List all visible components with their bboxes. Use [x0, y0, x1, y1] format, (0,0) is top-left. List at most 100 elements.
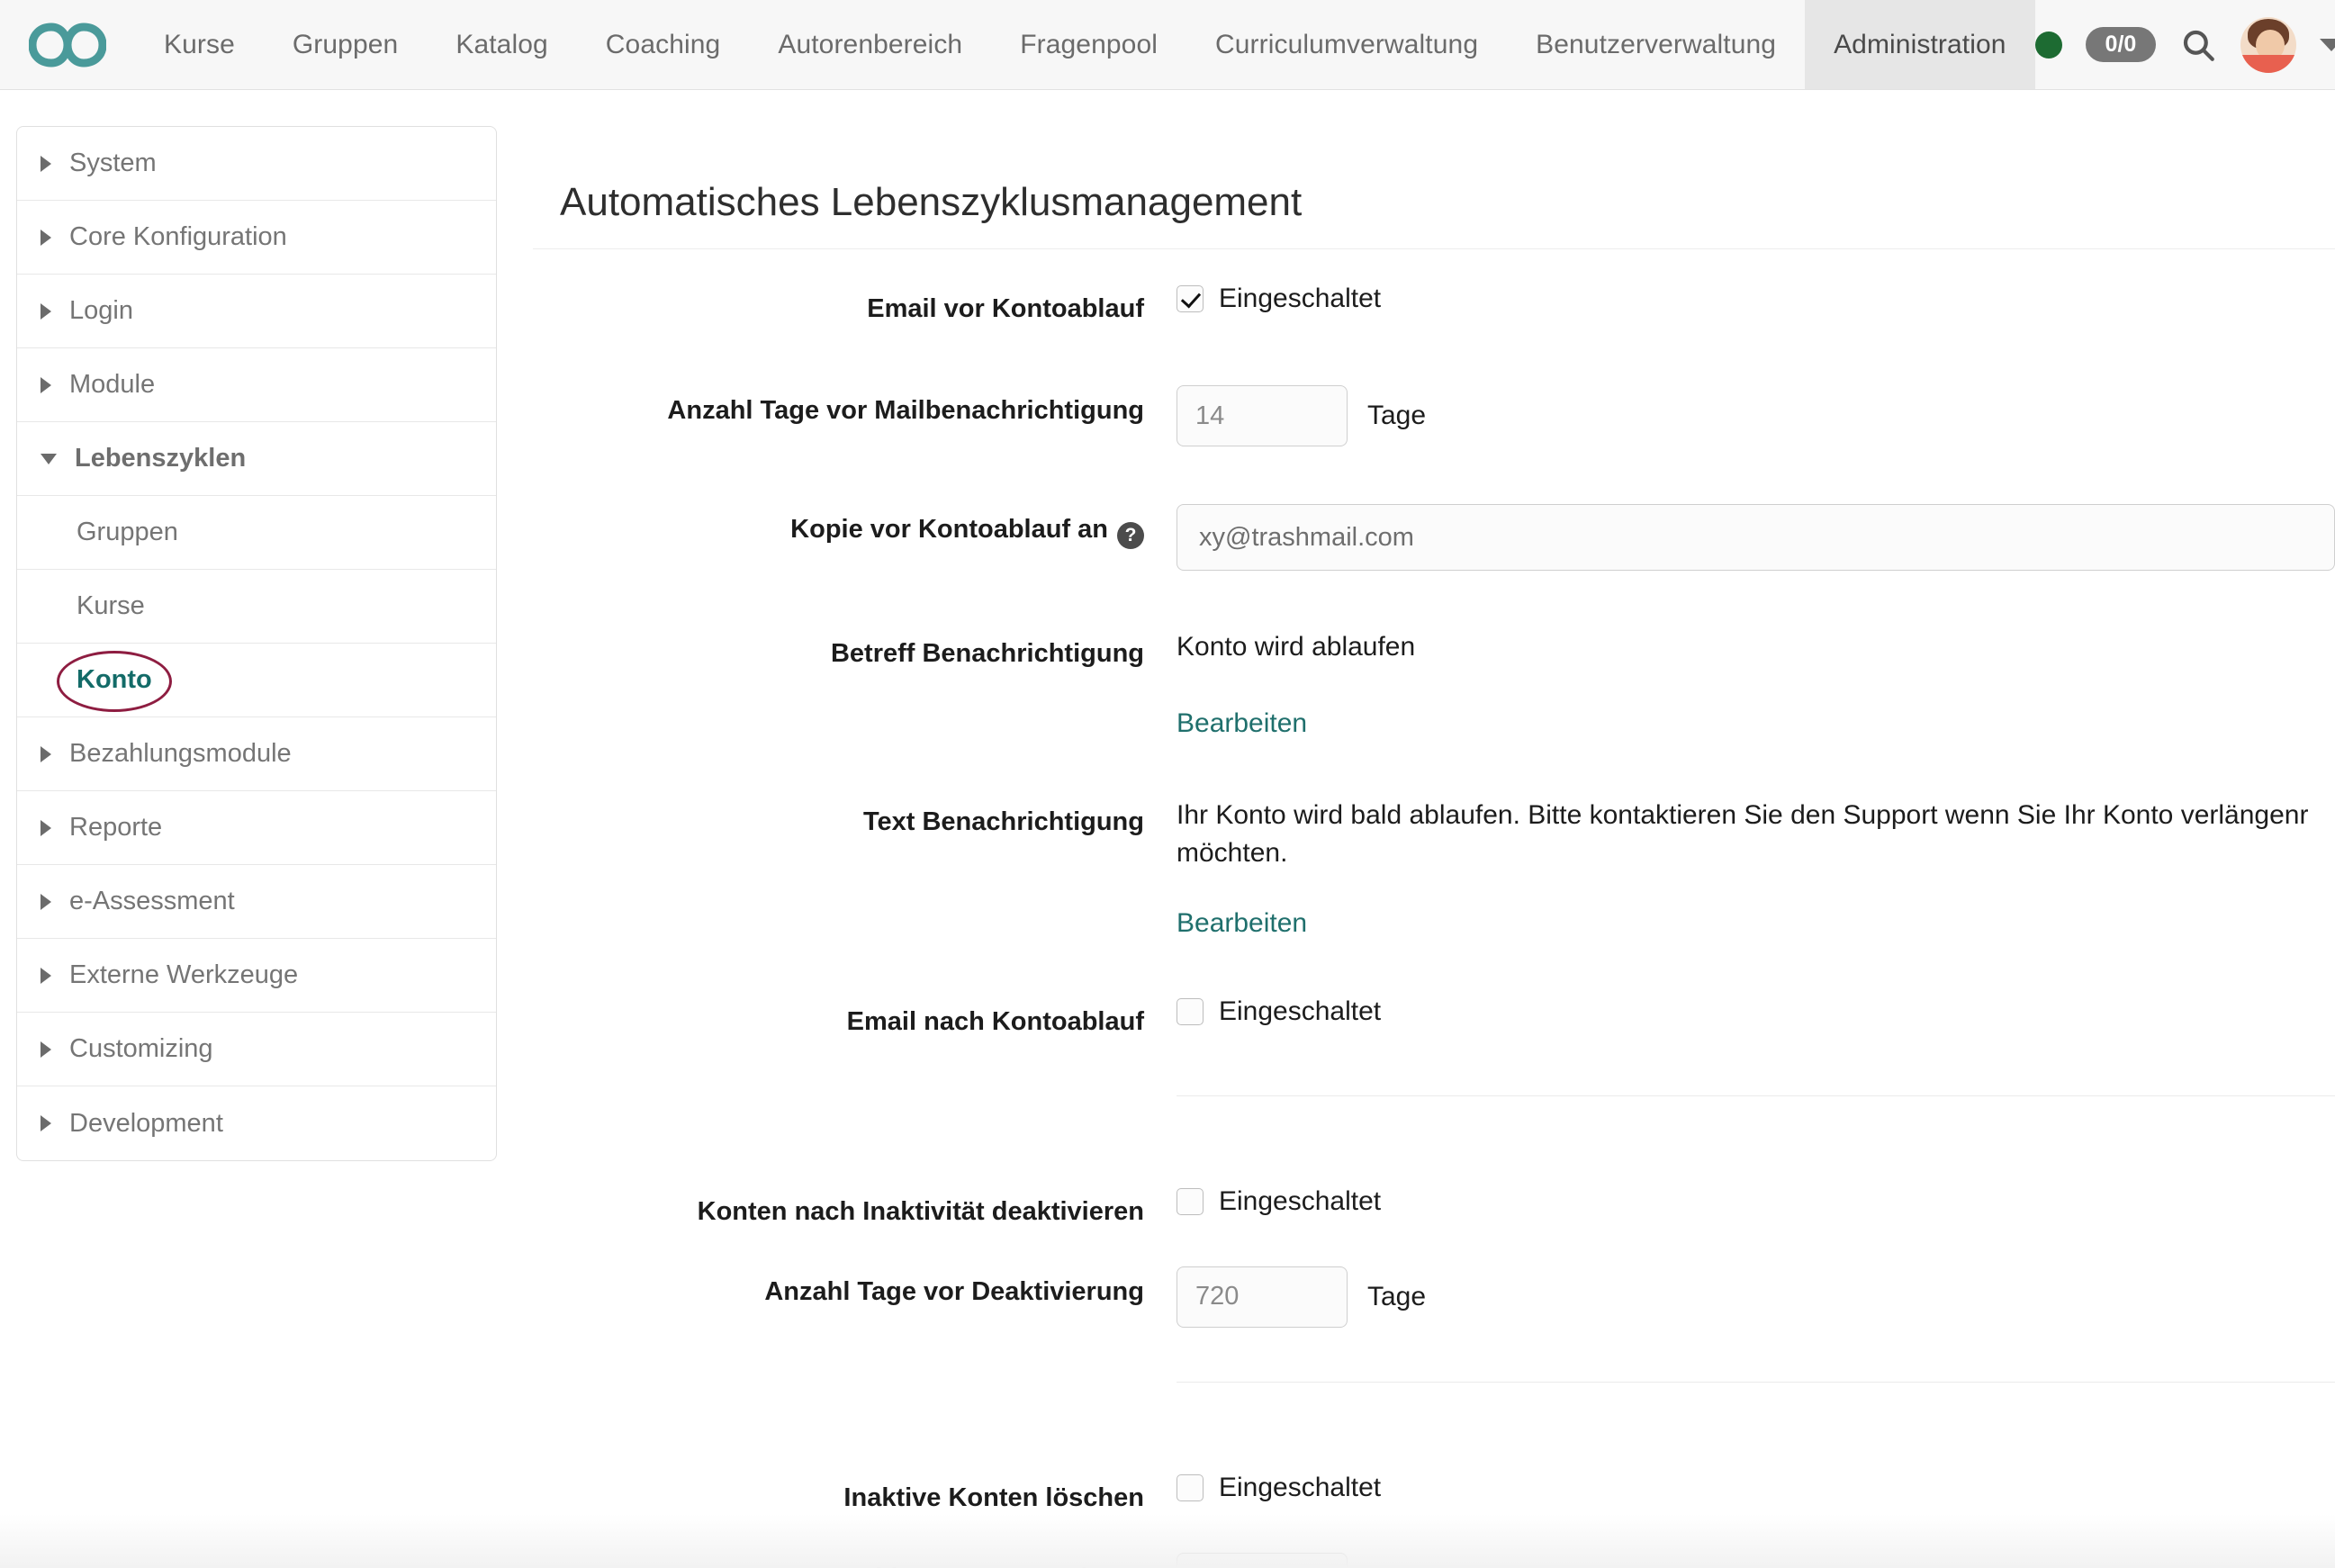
control-text-notification: Ihr Konto wird bald ablaufen. Bitte kont… [1177, 793, 2335, 872]
control-copy-before-expiry [1177, 500, 2335, 572]
nav-item-autorenbereich[interactable]: Autorenbereich [749, 0, 991, 89]
control-email-after-expiry: Eingeschaltet [1177, 993, 2335, 1027]
sidebar-item-lebenszyklen[interactable]: Lebenszyklen [17, 422, 496, 496]
days-before-deletion-input[interactable] [1177, 1552, 1348, 1568]
online-status-dot [2034, 31, 2062, 59]
copy-email-input[interactable] [1177, 504, 2335, 572]
checkbox-label: Eingeschaltet [1219, 996, 1382, 1027]
sidebar-item-customizing[interactable]: Customizing [17, 1013, 496, 1086]
chevron-down-icon [41, 453, 57, 464]
navbar-right-tools: 0/0 [2034, 0, 2335, 89]
sidebar-item-label: Login [69, 296, 133, 325]
brand-logo[interactable] [0, 0, 135, 89]
label-empty [533, 905, 1177, 915]
row-copy-before-expiry: Kopie vor Kontoablauf an? [533, 500, 2335, 572]
row-text-notification: Text Benachrichtigung Ihr Konto wird bal… [533, 793, 2335, 872]
label-days-before-deletion: Anzahl Tage vor Löschung [533, 1549, 1177, 1568]
checkbox-box-icon[interactable] [1177, 998, 1204, 1026]
nav-item-administration[interactable]: Administration [1805, 0, 2035, 89]
sidebar-item-module[interactable]: Module [17, 348, 496, 422]
nav-item-benutzerverwaltung[interactable]: Benutzerverwaltung [1507, 0, 1805, 89]
nav-item-kurse[interactable]: Kurse [135, 0, 264, 89]
control-days-before-mail: Tage [1177, 382, 2335, 447]
sidebar-item-label: System [69, 149, 157, 177]
sidebar-item-label: Kurse [77, 591, 145, 620]
sidebar-item-kurse[interactable]: Kurse [17, 570, 496, 644]
label-copy-before-expiry: Kopie vor Kontoablauf an? [533, 500, 1177, 550]
control-days-before-deactivation: Tage [1177, 1263, 2335, 1328]
checkbox-box-icon[interactable] [1177, 1187, 1204, 1215]
checkbox-deactivate-inactive[interactable]: Eingeschaltet [1177, 1186, 1381, 1217]
days-before-deactivation-input[interactable] [1177, 1266, 1348, 1328]
row-days-before-deletion: Anzahl Tage vor Löschung Tage [533, 1549, 2335, 1568]
page-title: Automatisches Lebenszyklusmanagement [533, 126, 2335, 249]
chevron-right-icon [41, 819, 51, 836]
control-subject-edit-link: Bearbeiten [1177, 705, 2335, 739]
top-navbar: Kurse Gruppen Katalog Coaching Autorenbe… [0, 0, 2335, 90]
chevron-right-icon [41, 302, 51, 320]
edit-text-link[interactable]: Bearbeiten [1177, 908, 1307, 939]
infinity-logo-icon [29, 22, 106, 68]
chevron-right-icon [41, 745, 51, 762]
nav-item-gruppen[interactable]: Gruppen [264, 0, 427, 89]
chevron-down-icon[interactable] [2320, 38, 2335, 51]
nav-item-curriculumverwaltung[interactable]: Curriculumverwaltung [1186, 0, 1507, 89]
row-email-before-expiry: Email vor Kontoablauf Eingeschaltet [533, 280, 2335, 328]
checkbox-email-after-expiry[interactable]: Eingeschaltet [1177, 996, 1381, 1027]
sidebar-item-label: Bezahlungsmodule [69, 739, 292, 768]
sidebar-item-label: e-Assessment [69, 887, 235, 915]
sidebar-item-e-assessment[interactable]: e-Assessment [17, 865, 496, 939]
user-avatar[interactable] [2240, 16, 2297, 73]
sidebar-item-label: Module [69, 370, 156, 399]
edit-subject-link[interactable]: Bearbeiten [1177, 708, 1307, 739]
nav-item-coaching[interactable]: Coaching [577, 0, 750, 89]
main-content: Automatisches Lebenszyklusmanagement Ema… [497, 126, 2335, 1568]
text-notification-value: Ihr Konto wird bald ablaufen. Bitte kont… [1177, 800, 2309, 869]
control-text-edit-link: Bearbeiten [1177, 905, 2335, 939]
sidebar-item-label: Customizing [69, 1034, 213, 1063]
sidebar-item-system[interactable]: System [17, 127, 496, 201]
checkbox-delete-inactive[interactable]: Eingeschaltet [1177, 1473, 1381, 1503]
sidebar-item-label: Konto [77, 665, 152, 694]
control-subject-notification: Konto wird ablaufen [1177, 625, 2335, 666]
label-deactivate-inactive: Konten nach Inaktivität deaktivieren [697, 1196, 1144, 1226]
sidebar-item-label: Lebenszyklen [75, 444, 247, 473]
checkbox-label: Eingeschaltet [1219, 1472, 1382, 1502]
main-nav: Kurse Gruppen Katalog Coaching Autorenbe… [135, 0, 2035, 89]
sidebar-item-core-konfiguration[interactable]: Core Konfiguration [17, 201, 496, 275]
chevron-right-icon [41, 155, 51, 172]
checkbox-box-icon[interactable] [1177, 285, 1204, 312]
help-circle-icon[interactable]: ? [1117, 522, 1144, 550]
nav-item-fragenpool[interactable]: Fragenpool [991, 0, 1186, 89]
sidebar-item-externe-werkzeuge[interactable]: Externe Werkzeuge [17, 939, 496, 1013]
row-text-edit-link: Bearbeiten [533, 905, 2335, 939]
sidebar-item-gruppen[interactable]: Gruppen [17, 496, 496, 570]
chevron-right-icon [41, 967, 51, 984]
sidebar-item-development[interactable]: Development [17, 1086, 496, 1160]
admin-sidebar: System Core Konfiguration Login Module L… [16, 126, 497, 1161]
lifecycle-settings-form: Email vor Kontoablauf Eingeschaltet Anza… [533, 249, 2335, 1568]
row-email-after-expiry: Email nach Kontoablauf Eingeschaltet [533, 993, 2335, 1041]
sidebar-item-reporte[interactable]: Reporte [17, 791, 496, 865]
notification-count-badge[interactable]: 0/0 [2085, 26, 2157, 63]
sidebar-item-label: Gruppen [77, 518, 178, 546]
sidebar-item-bezahlungsmodule[interactable]: Bezahlungsmodule [17, 717, 496, 791]
sidebar-item-label: Reporte [69, 813, 163, 842]
nav-item-katalog[interactable]: Katalog [427, 0, 576, 89]
sidebar-item-login[interactable]: Login [17, 275, 496, 348]
search-icon[interactable] [2179, 26, 2217, 64]
control-delete-inactive: Eingeschaltet [1177, 1469, 2335, 1503]
checkbox-box-icon[interactable] [1177, 1473, 1204, 1501]
days-before-mail-input[interactable] [1177, 385, 1348, 447]
unit-tage: Tage [1367, 1281, 1427, 1311]
checkbox-email-before-expiry[interactable]: Eingeschaltet [1177, 284, 1381, 314]
control-email-before-expiry: Eingeschaltet [1177, 280, 2335, 314]
sidebar-item-label: Development [69, 1108, 223, 1138]
sidebar-item-konto[interactable]: Konto [17, 644, 496, 717]
